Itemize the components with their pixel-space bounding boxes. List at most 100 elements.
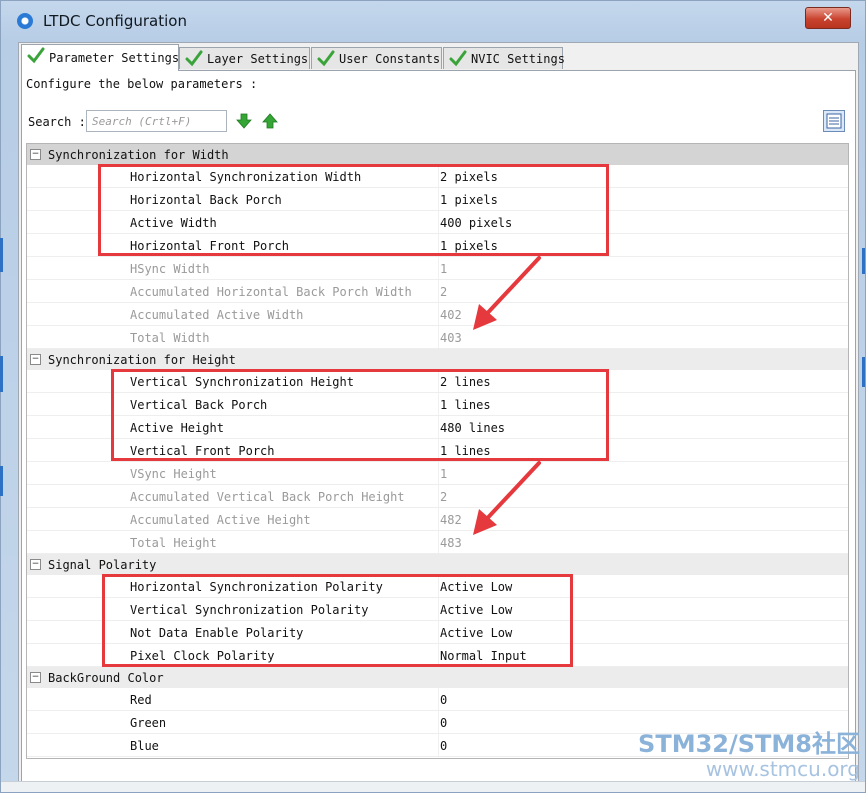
param-value: 482 bbox=[440, 513, 462, 527]
check-icon bbox=[185, 50, 203, 67]
param-value[interactable]: 2 pixels bbox=[440, 170, 498, 184]
group-header-signal-polarity[interactable]: − Signal Polarity bbox=[27, 554, 848, 575]
param-name: Vertical Synchronization Polarity bbox=[130, 603, 369, 617]
table-row[interactable]: Vertical Back Porch 1 lines bbox=[27, 393, 848, 416]
param-value[interactable]: 1 lines bbox=[440, 444, 491, 458]
table-row: Total Height 483 bbox=[27, 531, 848, 554]
group-title: BackGround Color bbox=[48, 671, 164, 685]
param-value[interactable]: 0 bbox=[440, 716, 447, 730]
param-value[interactable]: 400 pixels bbox=[440, 216, 512, 230]
param-name: Accumulated Vertical Back Porch Height bbox=[130, 490, 405, 504]
param-name: Horizontal Front Porch bbox=[130, 239, 289, 253]
tab-parameter-settings[interactable]: Parameter Settings bbox=[21, 44, 179, 71]
param-value[interactable]: Active Low bbox=[440, 580, 512, 594]
param-name: Active Width bbox=[130, 216, 217, 230]
param-name: Total Width bbox=[130, 331, 210, 345]
param-name: Accumulated Active Height bbox=[130, 513, 311, 527]
param-value[interactable]: Normal Input bbox=[440, 649, 527, 663]
watermark-url: www.stmcu.org bbox=[705, 757, 860, 781]
group-title: Signal Polarity bbox=[48, 558, 157, 572]
ltdc-configuration-window: LTDC Configuration ✕ Parameter Settings … bbox=[0, 0, 866, 793]
collapse-icon[interactable]: − bbox=[30, 672, 41, 683]
group-header-synchronization-height[interactable]: − Synchronization for Height bbox=[27, 349, 848, 370]
title-bar[interactable]: LTDC Configuration ✕ bbox=[1, 1, 865, 39]
watermark: STM32/STM8社区 www.stmcu.org bbox=[638, 724, 860, 781]
param-name: Vertical Front Porch bbox=[130, 444, 275, 458]
parameter-settings-panel: Configure the below parameters : Search … bbox=[21, 70, 856, 782]
param-name: Vertical Back Porch bbox=[130, 398, 268, 412]
group-title: Synchronization for Width bbox=[48, 148, 229, 162]
tab-layer-settings[interactable]: Layer Settings bbox=[179, 47, 310, 69]
side-bar bbox=[0, 238, 3, 272]
param-value[interactable]: Active Low bbox=[440, 603, 512, 617]
table-row[interactable]: Horizontal Synchronization Polarity Activ… bbox=[27, 575, 848, 598]
group-header-background-color[interactable]: − BackGround Color bbox=[27, 667, 848, 688]
table-row[interactable]: Red 0 bbox=[27, 688, 848, 711]
list-view-button[interactable] bbox=[823, 110, 845, 132]
tab-user-constants[interactable]: User Constants bbox=[311, 47, 442, 69]
param-value[interactable]: 480 lines bbox=[440, 421, 505, 435]
param-name: VSync Height bbox=[130, 467, 217, 481]
table-row[interactable]: Horizontal Back Porch 1 pixels bbox=[27, 188, 848, 211]
collapse-icon[interactable]: − bbox=[30, 149, 41, 160]
table-row[interactable]: Active Height 480 lines bbox=[27, 416, 848, 439]
tab-strip: Parameter Settings Layer Settings User C… bbox=[19, 43, 858, 71]
side-bar bbox=[0, 356, 3, 392]
bottom-strip bbox=[1, 781, 865, 792]
side-bar bbox=[862, 357, 865, 387]
configure-instructions: Configure the below parameters : bbox=[26, 77, 258, 91]
param-value[interactable]: 2 lines bbox=[440, 375, 491, 389]
table-row[interactable]: Horizontal Synchronization Width 2 pixels bbox=[27, 165, 848, 188]
parameter-grid: − Synchronization for Width Horizontal S… bbox=[26, 143, 849, 759]
param-name: Red bbox=[130, 693, 152, 707]
tab-label: Layer Settings bbox=[207, 52, 309, 66]
table-row[interactable]: Pixel Clock Polarity Normal Input bbox=[27, 644, 848, 667]
group-header-synchronization-width[interactable]: − Synchronization for Width bbox=[27, 144, 848, 165]
group-title: Synchronization for Height bbox=[48, 353, 236, 367]
side-bar bbox=[862, 248, 865, 274]
arrow-up-icon[interactable] bbox=[262, 113, 278, 129]
table-row: Accumulated Active Width 402 bbox=[27, 303, 848, 326]
table-row: VSync Height 1 bbox=[27, 462, 848, 485]
close-button[interactable]: ✕ bbox=[805, 7, 851, 29]
arrow-down-icon[interactable] bbox=[236, 113, 252, 129]
configuration-dialog: Parameter Settings Layer Settings User C… bbox=[18, 42, 859, 784]
param-value[interactable]: 0 bbox=[440, 739, 447, 753]
param-value[interactable]: 1 pixels bbox=[440, 193, 498, 207]
param-name: Total Height bbox=[130, 536, 217, 550]
collapse-icon[interactable]: − bbox=[30, 559, 41, 570]
table-row[interactable]: Active Width 400 pixels bbox=[27, 211, 848, 234]
table-row[interactable]: Vertical Synchronization Height 2 lines bbox=[27, 370, 848, 393]
tab-label: NVIC Settings bbox=[471, 52, 565, 66]
param-name: Accumulated Active Width bbox=[130, 308, 304, 322]
param-value[interactable]: 0 bbox=[440, 693, 447, 707]
param-value[interactable]: 1 lines bbox=[440, 398, 491, 412]
param-name: Pixel Clock Polarity bbox=[130, 649, 275, 663]
table-row: Total Width 403 bbox=[27, 326, 848, 349]
param-value[interactable]: 1 pixels bbox=[440, 239, 498, 253]
param-value: 1 bbox=[440, 262, 448, 276]
side-bar bbox=[0, 466, 3, 496]
table-row: Accumulated Active Height 482 bbox=[27, 508, 848, 531]
param-name: Horizontal Synchronization Polarity bbox=[130, 580, 383, 594]
watermark-title: STM32/STM8社区 bbox=[638, 730, 860, 758]
param-name: Active Height bbox=[130, 421, 224, 435]
param-value[interactable]: Active Low bbox=[440, 626, 512, 640]
param-name: Accumulated Horizontal Back Porch Width bbox=[130, 285, 412, 299]
table-row[interactable]: Vertical Front Porch 1 lines bbox=[27, 439, 848, 462]
table-row: HSync Width 1 bbox=[27, 257, 848, 280]
param-value: 483 bbox=[440, 536, 462, 550]
collapse-icon[interactable]: − bbox=[30, 354, 41, 365]
param-value: 2 bbox=[440, 285, 448, 299]
tab-label: User Constants bbox=[339, 52, 441, 66]
search-input[interactable] bbox=[86, 110, 227, 132]
tab-nvic-settings[interactable]: NVIC Settings bbox=[443, 47, 565, 69]
app-gear-icon bbox=[17, 13, 33, 29]
param-name: Horizontal Synchronization Width bbox=[130, 170, 362, 184]
param-value: 2 bbox=[440, 490, 448, 504]
table-row[interactable]: Horizontal Front Porch 1 pixels bbox=[27, 234, 848, 257]
table-row[interactable]: Not Data Enable Polarity Active Low bbox=[27, 621, 848, 644]
table-row[interactable]: Vertical Synchronization Polarity Active … bbox=[27, 598, 848, 621]
list-view-icon bbox=[826, 113, 842, 129]
param-value: 402 bbox=[440, 308, 462, 322]
